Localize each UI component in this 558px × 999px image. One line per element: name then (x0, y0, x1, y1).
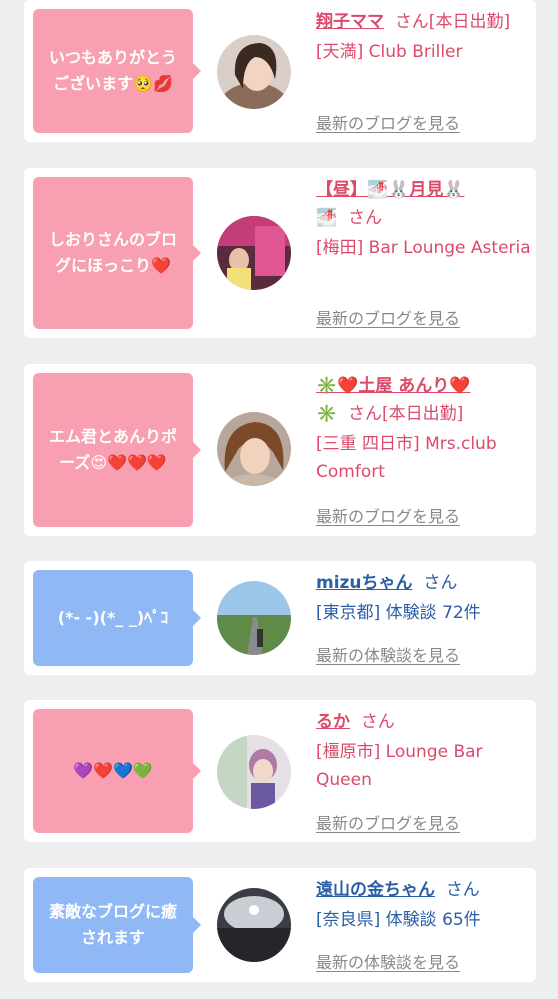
name-suffix: さん (445, 880, 480, 900)
comment-bubble: いつもありがとうございます🥺💋 (33, 9, 201, 133)
name-suffix: さん (347, 208, 382, 228)
comment-text: (*- -)(*_ _)ﾍﾟｺ (57, 608, 169, 627)
latest-blog-link[interactable]: 最新のブログを見る (316, 110, 460, 134)
comment-list: いつもありがとうございます🥺💋 翔子ママ さん[本日出勤] [天満] Club … (0, 0, 558, 999)
poster-info: ✳️❤️土屋 あんり❤️ ✳️ さん[本日出勤] [三重 四日市] Mrs.cl… (316, 372, 531, 486)
comment-bubble: 素敵なブログに癒されます (33, 877, 201, 973)
list-item: しおりさんのブログにほっこり❤️ 【昼】🌁🐰月見🐰 🌁 さん [梅田] Bar … (24, 168, 536, 338)
comment-text: いつもありがとうございます🥺💋 (48, 48, 177, 93)
shop-area: [天満] Club Briller (316, 42, 463, 62)
comment-text: しおりさんのブログにほっこり❤️ (48, 230, 177, 275)
avatar[interactable] (217, 581, 291, 655)
list-item: 素敵なブログに癒されます 遠山の金ちゃん さん [奈良県] 体験談 65件 最新… (24, 868, 536, 982)
name-continuation: 🌁 (316, 208, 338, 228)
comment-bubble: (*- -)(*_ _)ﾍﾟｺ (33, 570, 201, 666)
avatar[interactable] (217, 35, 291, 109)
comment-text: エム君とあんりポーズ😍❤️❤️❤️ (48, 427, 177, 472)
review-count: [奈良県] 体験談 65件 (316, 910, 481, 930)
comment-bubble: 💜❤️💙💚 (33, 709, 201, 833)
comment-bubble: しおりさんのブログにほっこり❤️ (33, 177, 201, 329)
poster-name-link[interactable]: 遠山の金ちゃん (316, 880, 435, 900)
name-continuation: ✳️ (316, 404, 338, 424)
poster-info: 翔子ママ さん[本日出勤] [天満] Club Briller (316, 8, 531, 66)
comment-text: 💜❤️💙💚 (73, 761, 153, 780)
poster-info: るか さん [橿原市] Lounge Bar Queen (316, 708, 531, 794)
poster-name-link[interactable]: ✳️❤️土屋 あんり❤️ (316, 376, 470, 396)
avatar[interactable] (217, 216, 291, 290)
name-suffix: さん (423, 573, 458, 593)
latest-blog-link[interactable]: 最新のブログを見る (316, 503, 460, 527)
poster-name-link[interactable]: 翔子ママ (316, 12, 384, 32)
list-item: エム君とあんりポーズ😍❤️❤️❤️ ✳️❤️土屋 あんり❤️ ✳️ さん[本日出… (24, 364, 536, 536)
poster-info: 遠山の金ちゃん さん [奈良県] 体験談 65件 (316, 876, 531, 934)
list-item: (*- -)(*_ _)ﾍﾟｺ mizuちゃん さん [東京都] 体験談 72件… (24, 561, 536, 675)
poster-name-link[interactable]: るか (316, 712, 350, 732)
shop-area: [三重 四日市] Mrs.club Comfort (316, 434, 497, 482)
shop-area: [橿原市] Lounge Bar Queen (316, 742, 483, 790)
latest-blog-link[interactable]: 最新のブログを見る (316, 305, 460, 329)
review-count: [東京都] 体験談 72件 (316, 603, 481, 623)
avatar[interactable] (217, 735, 291, 809)
name-suffix: さん[本日出勤] (347, 404, 464, 424)
comment-text: 素敵なブログに癒されます (48, 902, 177, 947)
latest-blog-link[interactable]: 最新のブログを見る (316, 810, 460, 834)
poster-name-link[interactable]: 【昼】🌁🐰月見🐰 (316, 180, 465, 200)
latest-review-link[interactable]: 最新の体験談を見る (316, 949, 460, 973)
latest-review-link[interactable]: 最新の体験談を見る (316, 642, 460, 666)
avatar[interactable] (217, 412, 291, 486)
avatar[interactable] (217, 888, 291, 962)
poster-info: 【昼】🌁🐰月見🐰 🌁 さん [梅田] Bar Lounge Asteria (316, 176, 531, 262)
list-item: 💜❤️💙💚 るか さん [橿原市] Lounge Bar Queen 最新のブロ… (24, 700, 536, 842)
shop-area: [梅田] Bar Lounge Asteria (316, 238, 531, 258)
name-suffix: さん[本日出勤] (394, 12, 511, 32)
comment-bubble: エム君とあんりポーズ😍❤️❤️❤️ (33, 373, 201, 527)
name-suffix: さん (360, 712, 395, 732)
list-item: いつもありがとうございます🥺💋 翔子ママ さん[本日出勤] [天満] Club … (24, 0, 536, 142)
poster-name-link[interactable]: mizuちゃん (316, 573, 413, 593)
poster-info: mizuちゃん さん [東京都] 体験談 72件 (316, 569, 531, 627)
